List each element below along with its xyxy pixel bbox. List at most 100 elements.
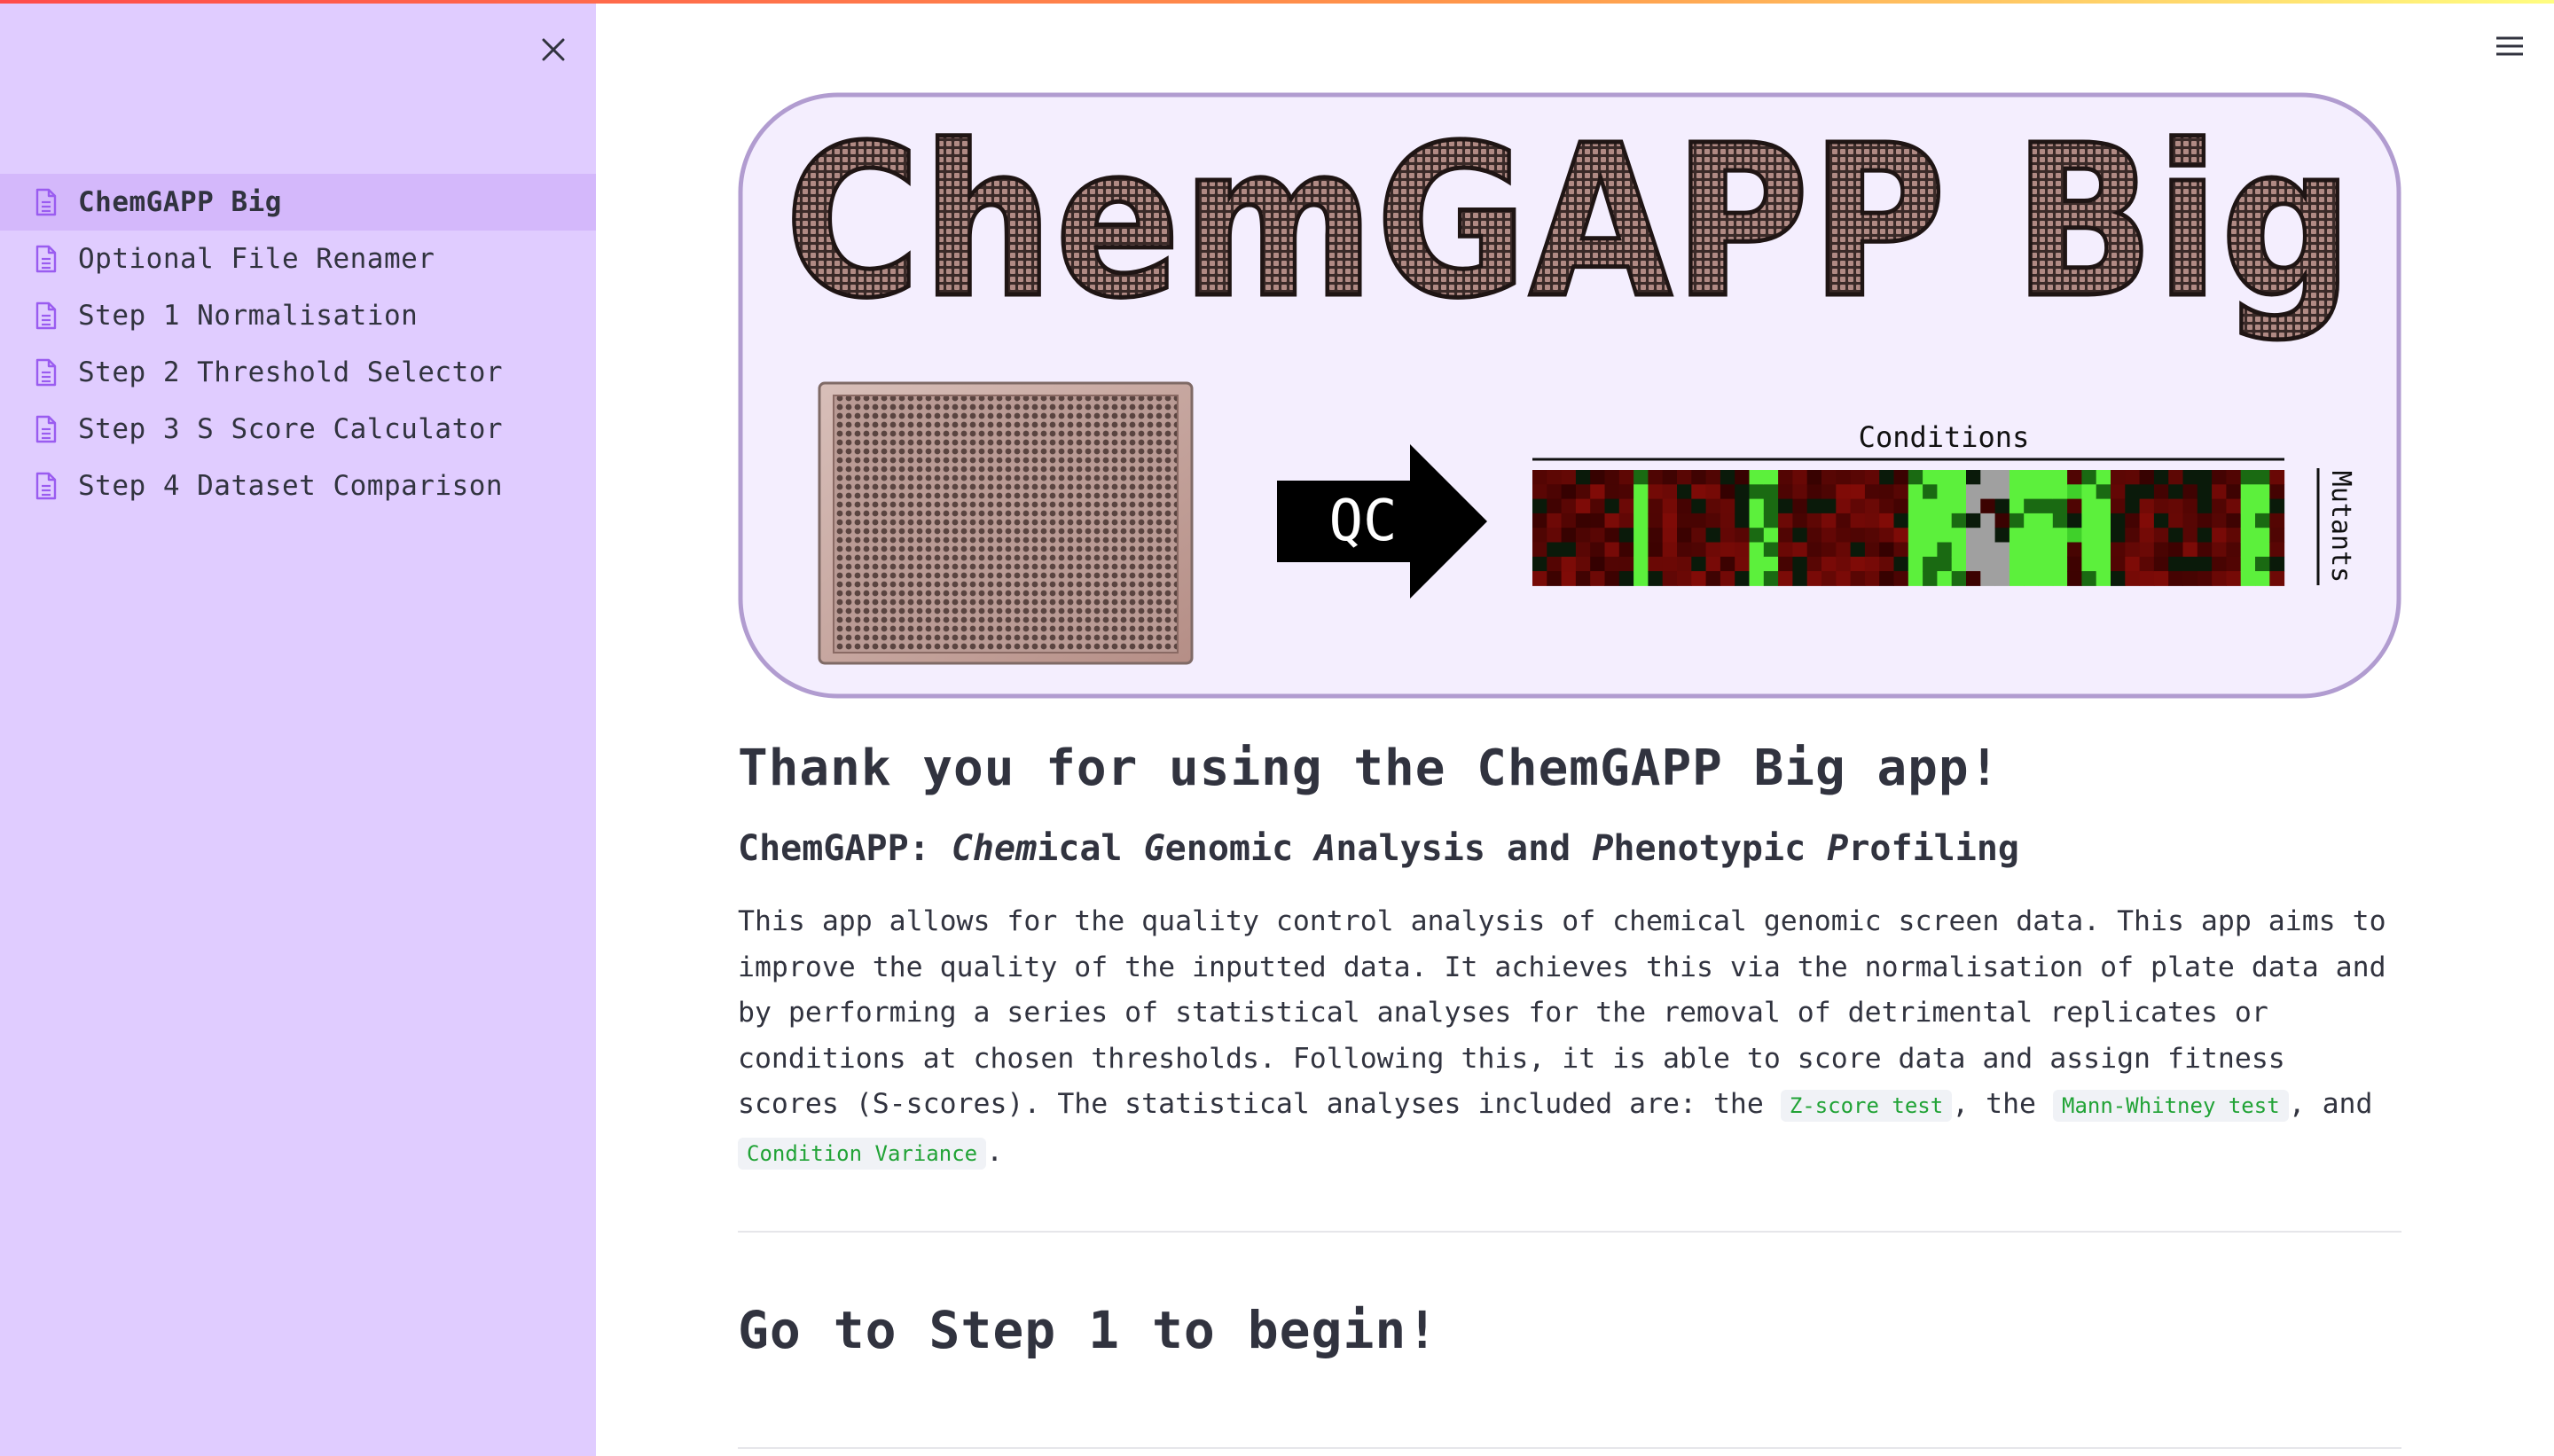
heatmap-cell [1763, 556, 1779, 572]
heatmap-cell [2009, 556, 2025, 572]
heatmap-cell [2168, 528, 2183, 543]
heatmap-cell [2096, 470, 2111, 485]
sidebar-item-step-3-s-score-calculator[interactable]: Step 3 S Score Calculator [0, 401, 596, 458]
heatmap-cell [1575, 484, 1591, 500]
heatmap-cell [1705, 513, 1721, 528]
heatmap-cell [1821, 470, 1837, 485]
heatmap-cell [2240, 528, 2256, 543]
heatmap-cell [1937, 484, 1953, 500]
heatmap-cell [1980, 470, 1996, 485]
sidebar-item-optional-file-renamer[interactable]: Optional File Renamer [0, 231, 596, 287]
heatmap-cell [1966, 484, 1981, 500]
sidebar-item-label: ChemGAPP Big [78, 186, 282, 218]
heatmap-cell [1893, 470, 1909, 485]
heatmap-cell [1590, 470, 1605, 485]
heatmap-cell [2125, 542, 2141, 558]
heatmap-cell [1850, 498, 1866, 514]
subtitle-part: rofiling [1848, 828, 2019, 869]
heatmap-cell [1561, 484, 1577, 500]
heatmap-cell [2168, 498, 2183, 514]
heatmap-cell [1893, 498, 1909, 514]
heatmap-cell [2067, 542, 2082, 558]
heatmap-cell [2212, 484, 2227, 500]
heatmap-cell [1792, 513, 1808, 528]
heatmap-cell [2052, 571, 2068, 586]
heatmap-cell [1778, 571, 1793, 586]
heatmap-cell [1590, 484, 1605, 500]
heatmap-cell [2081, 513, 2097, 528]
heatmap-cell [2009, 571, 2025, 586]
heatmap-cell [1575, 571, 1591, 586]
page-heading: Thank you for using the ChemGAPP Big app… [738, 740, 2001, 797]
heatmap-cell [1604, 528, 1620, 543]
app-description: This app allows for the quality control … [738, 899, 2401, 1177]
heatmap-cell [1575, 542, 1591, 558]
heatmap-cell [2182, 484, 2198, 500]
heatmap-cell [1662, 542, 1678, 558]
heatmap-cell [2226, 470, 2242, 485]
heatmap-cell [1604, 498, 1620, 514]
heatmap-cell [1980, 556, 1996, 572]
heatmap-cell [1720, 556, 1735, 572]
heatmap-cell [1590, 542, 1605, 558]
heatmap-cell [1879, 528, 1894, 543]
heatmap-cell [1604, 542, 1620, 558]
heatmap-cell [2111, 571, 2126, 586]
heatmap-cell [1735, 528, 1750, 543]
heatmap-cell [1735, 484, 1750, 500]
sidebar-item-chemgapp-big[interactable]: ChemGAPP Big [0, 174, 596, 231]
heatmap-cell [2212, 571, 2227, 586]
heatmap-cell [1836, 542, 1852, 558]
heatmap-cell [1749, 542, 1765, 558]
sidebar-item-step-2-threshold-selector[interactable]: Step 2 Threshold Selector [0, 344, 596, 401]
heatmap-cell [2240, 470, 2256, 485]
main-menu-button[interactable] [2490, 27, 2529, 66]
heatmap-cell [1532, 571, 1547, 586]
heatmap-cell [2197, 498, 2213, 514]
heatmap-cell [1864, 571, 1880, 586]
heatmap-cell [1821, 571, 1837, 586]
heatmap-cell [1836, 498, 1852, 514]
heatmap-cell [2139, 556, 2155, 572]
heatmap-cell [2212, 513, 2227, 528]
heatmap-cell [2096, 484, 2111, 500]
heatmap-cell [2212, 498, 2227, 514]
heatmap-cell [1575, 556, 1591, 572]
heatmap-cell [1994, 528, 2010, 543]
heatmap-cell [1850, 470, 1866, 485]
description-end: . [986, 1135, 1004, 1168]
heatmap-cell [2269, 513, 2285, 528]
sidebar-item-step-1-normalisation[interactable]: Step 1 Normalisation [0, 287, 596, 344]
heatmap-cell [1864, 556, 1880, 572]
heatmap-cell [1604, 571, 1620, 586]
heatmap-cell [1966, 571, 1981, 586]
heatmap-cell [2212, 528, 2227, 543]
heatmap-cell [2009, 498, 2025, 514]
heatmap-cell [1792, 484, 1808, 500]
heatmap-cell [1850, 528, 1866, 543]
heatmap-cell [1994, 542, 2010, 558]
heatmap-cell [1735, 556, 1750, 572]
close-sidebar-button[interactable] [530, 27, 576, 73]
heatmap-cell [2038, 470, 2054, 485]
heatmap-cell [2096, 528, 2111, 543]
heatmap-cell [1561, 528, 1577, 543]
heatmap-cell [1836, 528, 1852, 543]
heatmap-cell [1951, 542, 1967, 558]
qc-label: QC [1328, 489, 1397, 554]
heatmap-cell [2153, 470, 2169, 485]
conditions-label: Conditions [1859, 420, 2030, 454]
heatmap-cell [2269, 470, 2285, 485]
heatmap-cell [1923, 513, 1938, 528]
heatmap-cell [1547, 484, 1563, 500]
heatmap-cell [1778, 484, 1793, 500]
heatmap-cell [2255, 470, 2270, 485]
heatmap-cell [1937, 571, 1953, 586]
heatmap-cell [1575, 513, 1591, 528]
heatmap-cell [1547, 556, 1563, 572]
heatmap-cell [1532, 498, 1547, 514]
heatmap-cell [1763, 470, 1779, 485]
mann-whitney-test-code: Mann-Whitney test [2053, 1090, 2289, 1122]
sidebar-item-step-4-dataset-comparison[interactable]: Step 4 Dataset Comparison [0, 458, 596, 514]
heatmap-cell [1864, 498, 1880, 514]
